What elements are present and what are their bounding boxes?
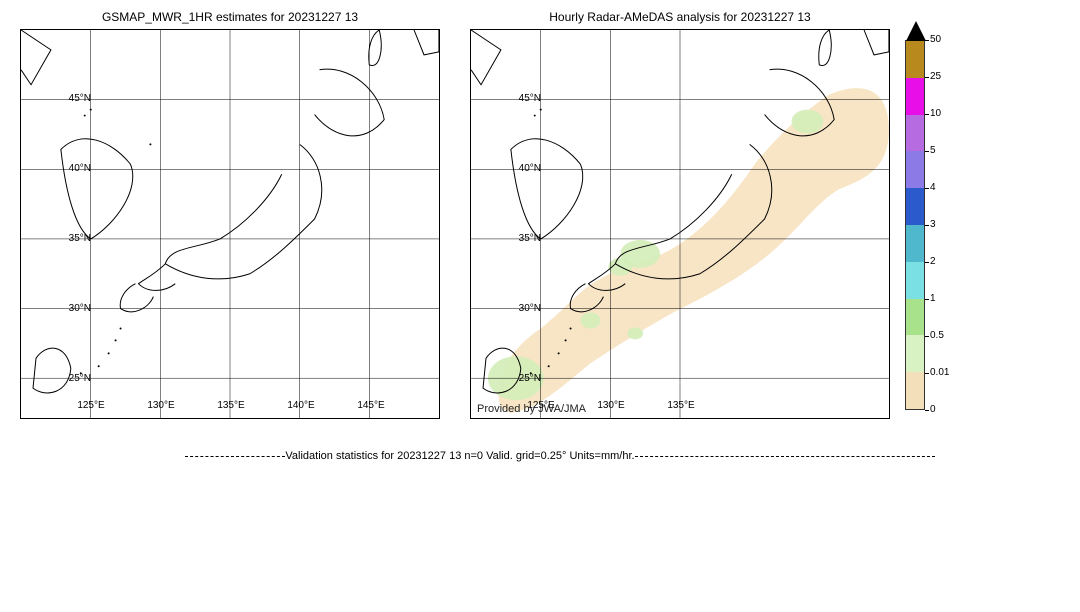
- colorbar-tick: 2: [930, 256, 936, 267]
- validation-stats: Validation statistics for 20231227 13 n=…: [0, 450, 1080, 462]
- r-lon-135e: 135°E: [661, 400, 701, 411]
- colorbar-swatch: [906, 41, 924, 78]
- left-title: GSMAP_MWR_1HR estimates for 20231227 13: [20, 10, 440, 24]
- colorbar-swatch: [906, 225, 924, 262]
- colorbar-swatch: [906, 372, 924, 409]
- colorbar-tick: 50: [930, 34, 941, 45]
- right-map-svg: [471, 30, 889, 418]
- colorbar-swatch: [906, 335, 924, 372]
- lon-140e: 140°E: [281, 400, 321, 411]
- r-lat-35n: 35°N: [501, 233, 541, 244]
- colorbar-swatch: [906, 262, 924, 299]
- right-title: Hourly Radar-AMeDAS analysis for 2023122…: [470, 10, 890, 24]
- r-lon-130e: 130°E: [591, 400, 631, 411]
- attribution: Provided by JWA/JMA: [477, 403, 586, 415]
- colorbar-tick: 0.5: [930, 330, 944, 341]
- colorbar: 502510543210.50.010: [905, 40, 960, 430]
- validation-text: Validation statistics for 20231227 13 n=…: [285, 450, 634, 462]
- colorbar-over-arrow: [906, 21, 926, 41]
- colorbar-swatches: [905, 40, 925, 410]
- left-map-svg: [21, 30, 439, 418]
- right-map: 45°N 40°N 35°N 30°N 25°N 125°E 130°E 135…: [470, 29, 890, 419]
- lat-45n: 45°N: [51, 93, 91, 104]
- r-lat-25n: 25°N: [501, 373, 541, 384]
- lon-130e: 130°E: [141, 400, 181, 411]
- lat-40n: 40°N: [51, 163, 91, 174]
- colorbar-tick: 4: [930, 182, 936, 193]
- colorbar-tick: 0: [930, 404, 936, 415]
- colorbar-tick: 10: [930, 108, 941, 119]
- colorbar-swatch: [906, 151, 924, 188]
- lon-145e: 145°E: [351, 400, 391, 411]
- colorbar-tick: 5: [930, 145, 936, 156]
- lat-30n: 30°N: [51, 303, 91, 314]
- lon-125e: 125°E: [71, 400, 111, 411]
- colorbar-tick: 0.01: [930, 367, 949, 378]
- left-map-panel: GSMAP_MWR_1HR estimates for 20231227 13: [20, 10, 440, 419]
- right-map-panel: Hourly Radar-AMeDAS analysis for 2023122…: [470, 10, 890, 419]
- colorbar-swatch: [906, 299, 924, 336]
- colorbar-swatch: [906, 188, 924, 225]
- lat-25n: 25°N: [51, 373, 91, 384]
- colorbar-tick: 25: [930, 71, 941, 82]
- colorbar-tick: 3: [930, 219, 936, 230]
- r-lat-30n: 30°N: [501, 303, 541, 314]
- colorbar-swatch: [906, 78, 924, 115]
- lat-35n: 35°N: [51, 233, 91, 244]
- lon-135e: 135°E: [211, 400, 251, 411]
- colorbar-tick: 1: [930, 293, 936, 304]
- left-map: 45°N 40°N 35°N 30°N 25°N 125°E 130°E 135…: [20, 29, 440, 419]
- r-lat-45n: 45°N: [501, 93, 541, 104]
- colorbar-swatch: [906, 115, 924, 152]
- r-lat-40n: 40°N: [501, 163, 541, 174]
